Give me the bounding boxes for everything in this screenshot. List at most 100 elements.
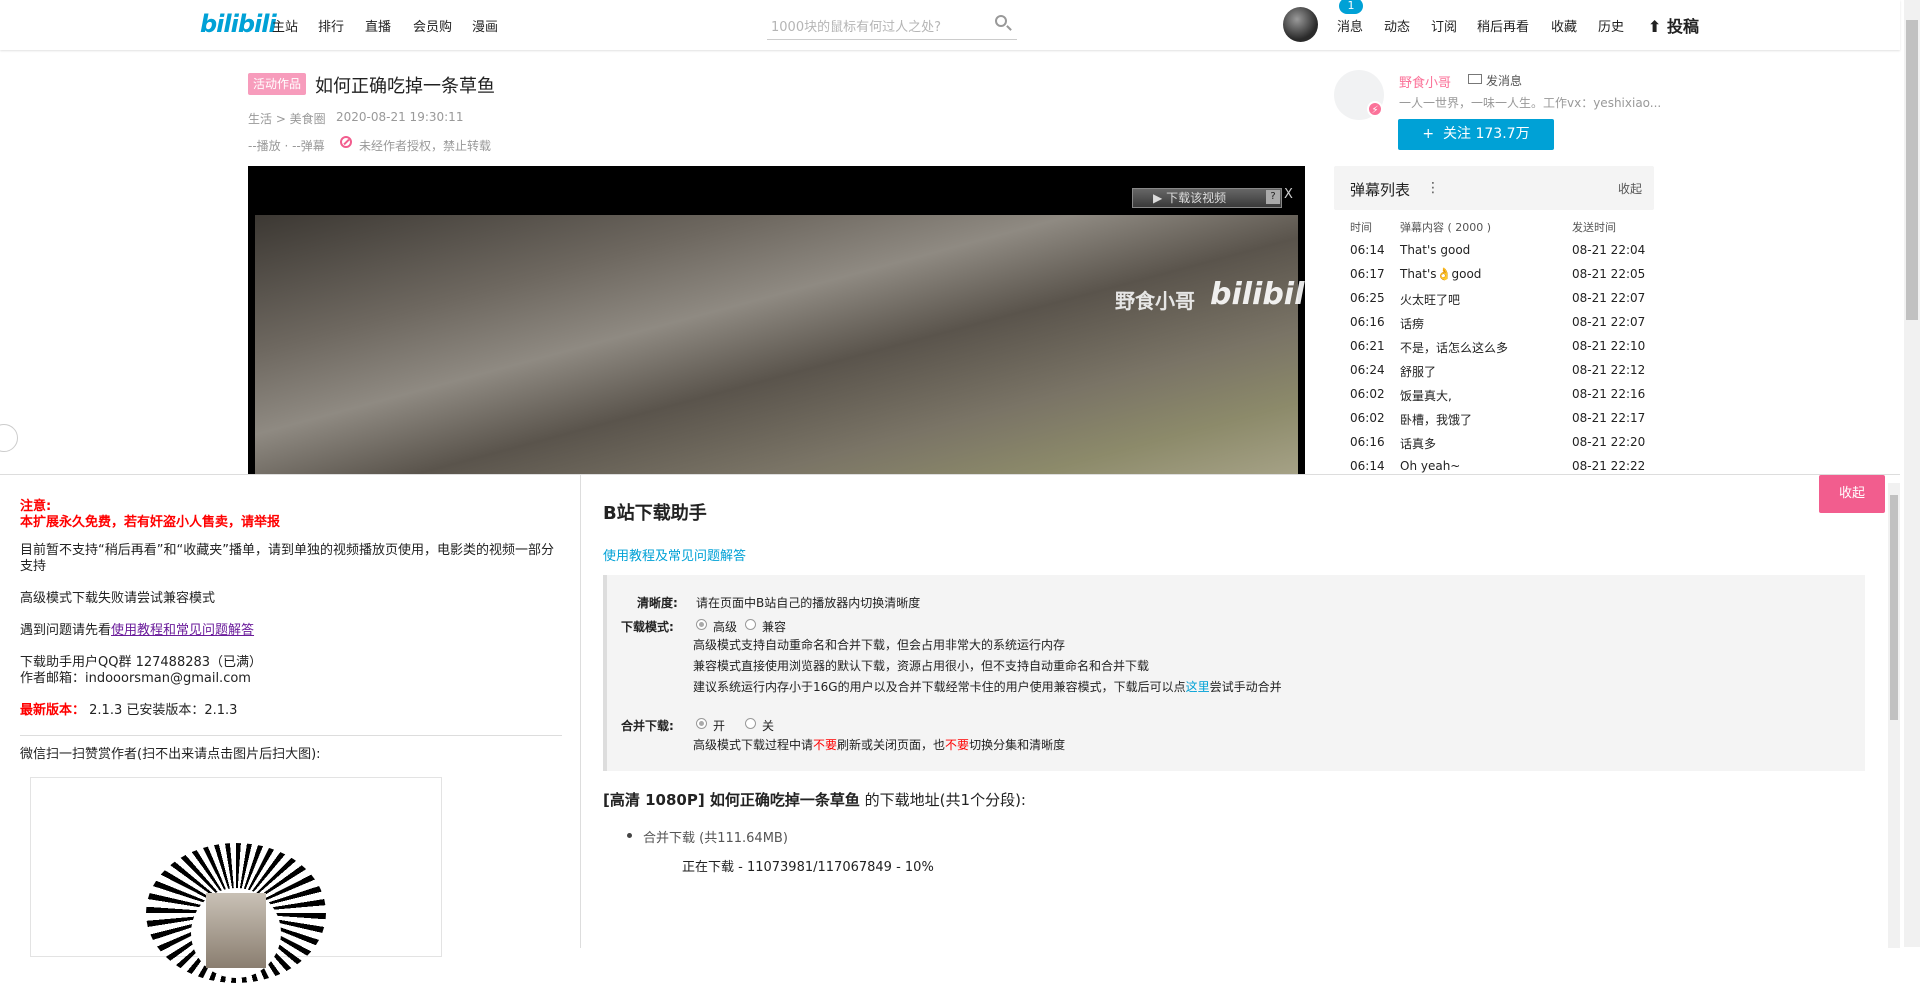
copyright-notice: 未经作者授权，禁止转载 (359, 139, 492, 153)
qr-code-photo (206, 893, 266, 968)
mode-desc-advanced: 高级模式支持自动重命名和合并下载，但会占用非常大的系统运行内存 (693, 638, 1066, 652)
video-title: 如何正确吃掉一条草鱼 (315, 76, 495, 97)
mode-advanced-radio[interactable] (696, 619, 707, 630)
nav-ranking[interactable]: 排行 (318, 16, 344, 35)
panel-scrollbar-thumb[interactable] (1890, 495, 1898, 720)
tutorial-link[interactable]: 使用教程及常见问题解答 (603, 545, 746, 564)
danmaku-time: 06:16 (1350, 435, 1385, 449)
notice-text: 本扩展永久免费，若有奸盗小人售卖，请举报 (20, 515, 281, 530)
merge-desc-b: 不要 (813, 738, 838, 752)
flash-download-bar[interactable]: ▶ 下载该视频 (1132, 188, 1282, 208)
danmaku-row[interactable]: 06:14 That's good 08-21 22:04 (1334, 243, 1654, 263)
author-email: 作者邮箱：indooorsman@gmail.com (20, 671, 251, 686)
support-note: 目前暂不支持“稍后再看”和“收藏夹”播单，请到单独的视频播放页使用，电影类的视频… (20, 543, 554, 574)
danmaku-content: 话真多 (1400, 437, 1437, 451)
settings-box: 清晰度: 请在页面中B站自己的播放器内切换清晰度 下载模式: 高级 兼容 高级模… (603, 575, 1865, 771)
merge-off-radio[interactable] (745, 718, 756, 729)
nav-mall[interactable]: 会员购 (413, 16, 452, 35)
mode-compat-label[interactable]: 兼容 (762, 618, 786, 635)
side-float-button[interactable] (0, 424, 18, 452)
danmaku-content: 饭量真大, (1400, 389, 1452, 403)
danmaku-row[interactable]: 06:24 舒服了 08-21 22:12 (1334, 363, 1654, 383)
danmaku-row[interactable]: 06:21 不是，话怎么这么多 08-21 22:10 (1334, 339, 1654, 359)
version-text: 2.1.3 已安装版本：2.1.3 (89, 703, 238, 718)
helper-collapse-button[interactable]: 收起 (1819, 475, 1885, 513)
send-message-link[interactable]: 发消息 (1486, 72, 1522, 89)
merge-off-label[interactable]: 关 (762, 717, 774, 734)
danmaku-sent-time: 08-21 22:04 (1572, 243, 1646, 257)
nav-main-site[interactable]: 主站 (272, 16, 298, 35)
plus-icon: + (1422, 126, 1435, 142)
danmaku-collapse-button[interactable]: 收起 (1618, 180, 1642, 197)
video-player[interactable]: 野食小哥 bilibili ▶ 下载该视频 ? X (248, 166, 1305, 474)
danmaku-row[interactable]: 06:02 卧槽，我饿了 08-21 22:17 (1334, 411, 1654, 431)
help-hint-text: 遇到问题请先看 (20, 623, 112, 638)
danmaku-time: 06:14 (1350, 459, 1385, 473)
danmaku-row[interactable]: 06:16 话痨 08-21 22:07 (1334, 315, 1654, 335)
more-icon[interactable]: ⋮ (1426, 180, 1440, 196)
danmaku-sent-time: 08-21 22:10 (1572, 339, 1646, 353)
danmaku-row[interactable]: 06:17 That's👌good 08-21 22:05 (1334, 267, 1654, 287)
mode-desc-suggestion-suffix: 尝试手动合并 (1209, 680, 1282, 694)
danmaku-content: 话痨 (1400, 317, 1425, 331)
user-avatar[interactable] (1283, 7, 1318, 42)
page-scrollbar-thumb[interactable] (1906, 20, 1918, 320)
merge-download-link[interactable]: 合并下载 (643, 831, 695, 846)
message-badge: 1 (1339, 0, 1363, 14)
video-category[interactable]: 生活 > 美食圈 (248, 110, 326, 127)
play-icon: ▶ (1153, 191, 1163, 205)
qr-code-image[interactable] (30, 777, 442, 983)
nav-manga[interactable]: 漫画 (472, 16, 498, 35)
help-hint-link[interactable]: 使用教程和常见问题解答 (111, 623, 254, 638)
mode-label: 下载模式: (621, 620, 674, 634)
nav-live[interactable]: 直播 (365, 16, 391, 35)
danmaku-time: 06:24 (1350, 363, 1385, 377)
danmaku-row[interactable]: 06:02 饭量真大, 08-21 22:16 (1334, 387, 1654, 407)
upload-button[interactable]: ⬆ 投稿 (1648, 13, 1699, 37)
activity-tag[interactable]: 活动作品 (248, 73, 307, 95)
uploader-name[interactable]: 野食小哥 (1399, 72, 1451, 91)
help-icon[interactable]: ? (1266, 190, 1280, 204)
close-icon[interactable]: X (1284, 187, 1293, 202)
mode-advanced-label[interactable]: 高级 (713, 618, 737, 635)
nav-subscriptions[interactable]: 订阅 (1431, 16, 1457, 35)
col-header-content[interactable]: 弹幕内容 ( 2000 ) (1400, 219, 1491, 235)
nav-messages[interactable]: 消息 (1337, 16, 1363, 35)
follow-button[interactable]: + 关注 173.7万 (1398, 119, 1554, 150)
danmaku-content: That's good (1400, 243, 1471, 257)
video-stats: --播放 · --弹幕 (248, 139, 325, 153)
danmaku-content: That's👌good (1400, 267, 1482, 281)
merge-on-radio[interactable] (696, 718, 707, 729)
download-heading-rest: 的下载地址(共1个分段): (859, 791, 1026, 809)
search-input[interactable]: 1000块的鼠标有何过人之处? (767, 10, 1017, 40)
nav-watch-later[interactable]: 稍后再看 (1477, 16, 1529, 35)
merge-on-label[interactable]: 开 (713, 717, 725, 734)
bilibili-logo[interactable]: bilibili (200, 10, 277, 38)
quality-text: 请在页面中B站自己的播放器内切换清晰度 (696, 596, 921, 610)
col-header-sent-time[interactable]: 发送时间 (1572, 219, 1616, 235)
danmaku-sent-time: 08-21 22:05 (1572, 267, 1646, 281)
col-header-time[interactable]: 时间 (1350, 219, 1372, 235)
danmaku-row[interactable]: 06:16 话真多 08-21 22:20 (1334, 435, 1654, 455)
merge-desc-c: 刷新或关闭页面，也 (837, 738, 946, 752)
manual-merge-link[interactable]: 这里 (1186, 680, 1210, 694)
danmaku-row[interactable]: 06:25 火太旺了吧 08-21 22:07 (1334, 291, 1654, 311)
nav-history[interactable]: 历史 (1598, 16, 1624, 35)
download-progress: 正在下载 - 11073981/117067849 - 10% (682, 860, 934, 875)
danmaku-time: 06:17 (1350, 267, 1385, 281)
danmaku-time: 06:16 (1350, 315, 1385, 329)
merge-desc-d: 不要 (945, 738, 970, 752)
danmaku-time: 06:14 (1350, 243, 1385, 257)
video-frame[interactable]: 野食小哥 bilibili (255, 215, 1305, 474)
video-date: 2020-08-21 19:30:11 (336, 110, 464, 124)
lightning-icon: ⚡ (1367, 101, 1383, 117)
nav-dynamics[interactable]: 动态 (1384, 16, 1410, 35)
quality-label: 清晰度: (637, 596, 678, 610)
danmaku-sent-time: 08-21 22:22 (1572, 459, 1646, 473)
nav-favorites[interactable]: 收藏 (1551, 16, 1577, 35)
mail-icon[interactable] (1468, 74, 1482, 84)
no-reprint-icon (340, 136, 352, 148)
compat-hint: 高级模式下载失败请尝试兼容模式 (20, 591, 216, 606)
search-icon[interactable] (995, 15, 1007, 27)
mode-compat-radio[interactable] (745, 619, 756, 630)
